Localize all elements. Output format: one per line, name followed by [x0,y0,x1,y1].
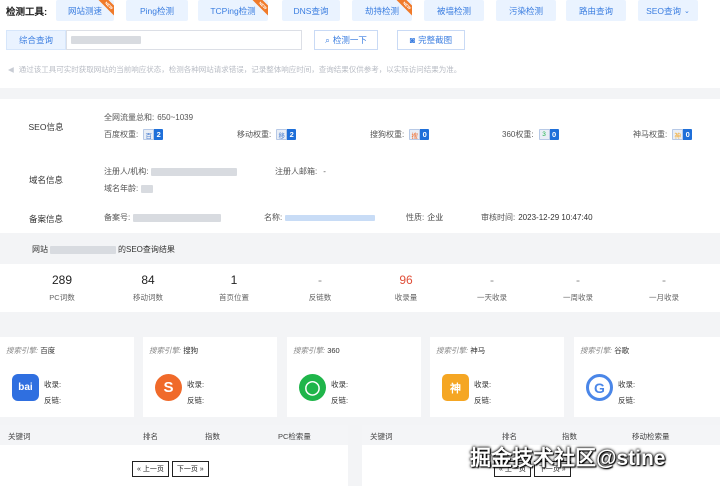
domain-age-field: 域名年龄: [104,183,154,194]
mobile-weight: 移动权重: 移2 [237,129,297,140]
360-logo-icon: ◯ [299,374,326,401]
table-header: 关键词 排名 指数 PC检索量 [0,425,348,445]
baidu-weight: 百度权重: 百2 [104,129,164,140]
email-field: 注册人邮箱: - [275,167,326,176]
stat-indexed: 96 收录量 [394,273,418,302]
engine-card-shenma: 搜索引擎: 神马 神 收录: 反链: [430,337,564,417]
google-logo-icon: G [586,374,613,401]
baidu-logo-icon: bai [12,374,39,401]
weight-badge: 百2 [143,129,164,140]
stat-week-indexed: - 一周收录 [563,273,593,302]
icp-info-label: 备案信息 [28,214,63,224]
next-page-button[interactable]: 下一页 » [171,461,209,477]
tool-pollution-button[interactable]: 污染检测 [496,0,556,21]
sogou-weight: 搜狗权重: 搜0 [370,129,430,140]
search-engines: 搜索引擎: 百度 bai 收录: 反链: 搜索引擎: 搜狗 S 收录: 反链: … [0,337,720,417]
seo-info-label: SEO信息 [28,122,64,132]
icp-nature-field: 性质: 企业 [406,213,444,222]
watermark: 掘金技术社区@stine [470,447,666,470]
shenma-logo-icon: 神 [442,374,469,401]
360-weight: 360权重: 30 [502,129,559,140]
mobile-weight-icon: 移 [276,129,288,140]
seo-result-title: 网站 的SEO查询结果 [32,245,175,254]
redacted-icp-number [133,213,222,222]
baidu-weight-icon: 百 [143,129,155,140]
tool-tcping-button[interactable]: TCPing检测 NEW [198,0,268,21]
toolbar-label: 检测工具: [6,7,48,18]
notice: ◀ 通过该工具可实时获取网站的当前响应状态，检测各种网站请求错误，记录整体响应时… [8,65,462,74]
search-icon: ⌕ [325,34,330,45]
tool-route-button[interactable]: 路由查询 [566,0,626,21]
tool-dns-button[interactable]: DNS查询 [282,0,340,21]
icp-number-field: 备案号: [104,212,222,223]
stat-backlinks: - 反链数 [308,273,332,302]
tool-ping-button[interactable]: Ping检测 [126,0,188,21]
query-type-select[interactable]: 综合查询 [6,30,66,50]
domain-info-label: 域名信息 [28,175,63,185]
sogou-logo-icon: S [155,374,182,401]
tool-speed-test-button[interactable]: 网站测速 NEW [56,0,114,21]
redacted-registrant [151,167,238,176]
engine-card-google: 搜索引擎: 谷歌 G 收录: 反链: [574,337,720,417]
icp-name-field: 名称: [264,212,376,223]
traffic-field: 全网流量总和: 650~1039 [104,113,194,122]
megaphone-icon: ◀ [8,65,14,74]
icp-time-field: 审核时间: 2023-12-29 10:47:40 [481,213,593,222]
screenshot-button[interactable]: ◙ 完整截图 [397,30,465,50]
info-panel: SEO信息 全网流量总和: 650~1039 百度权重: 百2 移动权重: 移2… [0,99,720,233]
stat-month-indexed: - 一月收录 [649,273,679,302]
redacted-site-name [50,245,116,254]
sogou-weight-icon: 搜 [409,129,421,140]
stat-home-position: 1 首页位置 [219,273,249,302]
camera-icon: ◙ [409,35,416,45]
stat-pc-keywords: 289 PC词数 [49,273,75,302]
tool-seo-dropdown[interactable]: SEO查询 ⌄ [638,0,698,21]
stat-day-indexed: - 一天收录 [477,273,507,302]
stats-bar: 289 PC词数 84 移动词数 1 首页位置 - 反链数 96 收录量 - 一… [0,264,720,312]
domain-input[interactable] [66,30,302,50]
chevron-down-icon: ⌄ [684,7,690,15]
engine-card-baidu: 搜索引擎: 百度 bai 收录: 反链: [0,337,134,417]
weight-badge: 移2 [276,129,297,140]
360-weight-icon: 3 [538,129,550,140]
stat-mobile-keywords: 84 移动词数 [133,273,163,302]
check-button[interactable]: ⌕ 检测一下 [314,30,378,50]
shenma-weight: 神马权重: 神0 [633,129,693,140]
engine-card-360: 搜索引擎: 360 ◯ 收录: 反链: [287,337,421,417]
weight-badge: 搜0 [409,129,430,140]
pc-keyword-table: 关键词 排名 指数 PC检索量 « 上一页 下一页 » [0,425,348,486]
weight-badge: 30 [538,129,559,140]
redacted-icp-name [285,214,376,221]
prev-page-button[interactable]: « 上一页 [132,461,169,477]
engine-card-sogou: 搜索引擎: 搜狗 S 收录: 反链: [143,337,277,417]
toolbar: 检测工具: 网站测速 NEW Ping检测 TCPing检测 NEW DNS查询… [0,0,720,88]
redacted-domain [71,36,141,44]
tool-blocked-button[interactable]: 被墙检测 [424,0,484,21]
registrant-field: 注册人/机构: [104,166,238,177]
shenma-weight-icon: 神 [672,129,684,140]
redacted-age [141,184,154,193]
pc-pager: « 上一页 下一页 » [132,461,209,477]
weight-badge: 神0 [672,129,693,140]
tool-hijack-button[interactable]: 劫持检测 NEW [352,0,412,21]
